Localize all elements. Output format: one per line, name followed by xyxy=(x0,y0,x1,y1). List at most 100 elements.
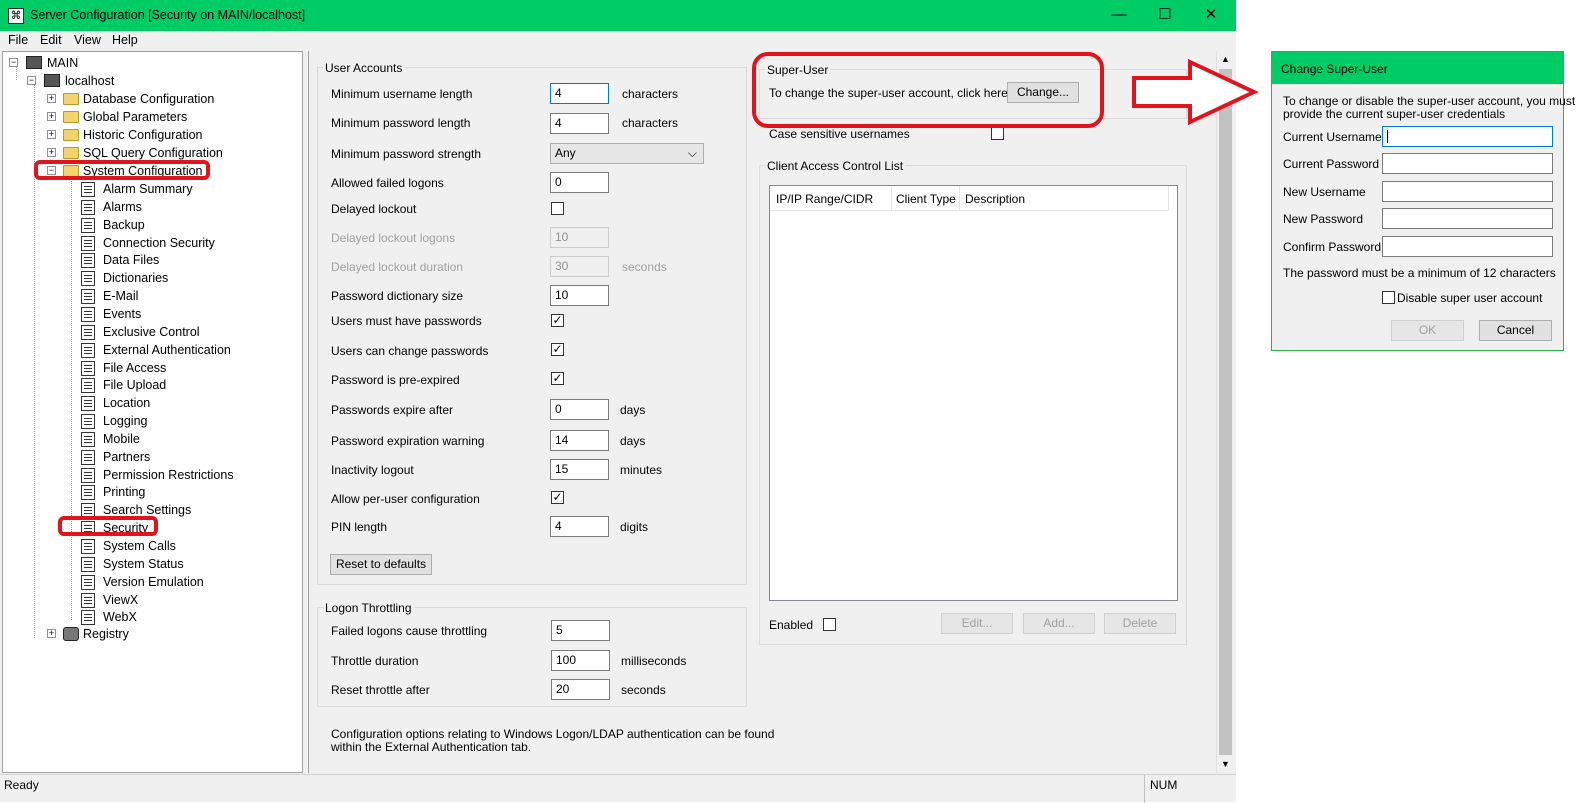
tree-label: Alarms xyxy=(103,199,142,214)
disable-super-user-checkbox[interactable] xyxy=(1382,291,1395,304)
expire-after-input[interactable]: 0 xyxy=(550,399,609,420)
collapse-icon[interactable]: − xyxy=(27,76,36,85)
config-page-icon xyxy=(81,592,95,608)
unit-label: milliseconds xyxy=(621,654,687,668)
password-strength-select[interactable]: Any ⌵ xyxy=(550,143,704,164)
acl-edit-button[interactable]: Edit... xyxy=(941,613,1013,634)
minimize-icon[interactable]: — xyxy=(1096,0,1142,31)
min-username-label: Minimum username length xyxy=(331,87,473,101)
config-page-icon xyxy=(81,449,95,465)
tree-label: Backup xyxy=(103,217,145,232)
folder-icon xyxy=(63,129,79,141)
pre-expired-checkbox[interactable]: ✓ xyxy=(551,372,564,385)
config-page-icon xyxy=(81,342,95,358)
tree-label: Version Emulation xyxy=(103,574,204,589)
config-page-icon xyxy=(81,485,95,501)
delayed-logons-label: Delayed lockout logons xyxy=(331,231,456,245)
reset-defaults-button[interactable]: Reset to defaults xyxy=(330,554,432,575)
throttle-duration-label: Throttle duration xyxy=(331,654,419,668)
app-icon[interactable]: ⌘ xyxy=(8,8,24,24)
config-page-icon xyxy=(81,253,95,269)
dialog-ok-button[interactable]: OK xyxy=(1391,320,1464,341)
tree-label: Mobile xyxy=(103,431,140,446)
vertical-scrollbar[interactable]: ▲ ▼ xyxy=(1216,51,1234,773)
expire-after-label: Passwords expire after xyxy=(331,403,454,417)
throttle-failed-input[interactable]: 5 xyxy=(551,620,610,641)
acl-list[interactable]: IP/IP Range/CIDR Client Type Description xyxy=(769,185,1178,601)
window-title: Server Configuration [Security on MAIN/l… xyxy=(30,8,306,22)
case-sensitive-checkbox[interactable] xyxy=(991,127,1004,140)
folder-icon xyxy=(63,111,79,123)
tree-label: Alarm Summary xyxy=(103,182,193,196)
min-password-input[interactable]: 4 xyxy=(550,113,609,134)
menu-help[interactable]: Help xyxy=(112,33,138,47)
column-header-type[interactable]: Client Type xyxy=(896,192,956,206)
expand-icon[interactable]: + xyxy=(47,94,56,103)
status-num: NUM xyxy=(1150,778,1178,792)
close-icon[interactable]: ✕ xyxy=(1188,0,1234,31)
registry-icon xyxy=(63,627,79,641)
tree-label: WebX xyxy=(103,610,137,625)
throttle-reset-input[interactable]: 20 xyxy=(551,679,610,700)
delayed-lockout-label: Delayed lockout xyxy=(331,202,417,216)
failed-logons-label: Allowed failed logons xyxy=(331,176,444,190)
per-user-config-checkbox[interactable]: ✓ xyxy=(551,491,564,504)
password-minimum-note: The password must be a minimum of 12 cha… xyxy=(1283,266,1556,280)
current-username-field[interactable] xyxy=(1382,126,1553,147)
throttle-failed-label: Failed logons cause throttling xyxy=(331,624,488,638)
menu-edit[interactable]: Edit xyxy=(40,33,62,47)
menu-file[interactable]: File xyxy=(8,33,28,47)
can-change-passwords-checkbox[interactable]: ✓ xyxy=(551,343,564,356)
throttle-duration-input[interactable]: 100 xyxy=(551,650,610,671)
pin-length-label: PIN length xyxy=(331,520,388,534)
unit-label: seconds xyxy=(622,260,667,274)
unit-label: days xyxy=(620,434,646,448)
delayed-lockout-checkbox[interactable] xyxy=(551,202,564,215)
expand-icon[interactable]: + xyxy=(47,112,56,121)
server-icon xyxy=(44,74,60,87)
pin-length-input[interactable]: 4 xyxy=(550,516,609,537)
scroll-down-icon[interactable]: ▼ xyxy=(1221,759,1230,769)
acl-enabled-label: Enabled xyxy=(769,618,814,632)
acl-add-button[interactable]: Add... xyxy=(1023,613,1095,634)
tree-label: File Upload xyxy=(103,378,167,393)
tree-label: Global Parameters xyxy=(83,110,188,124)
maximize-icon[interactable]: ☐ xyxy=(1142,0,1188,31)
acl-enabled-checkbox[interactable] xyxy=(823,618,836,631)
dialog-intro-line2: provide the current super-user credentia… xyxy=(1283,107,1506,121)
tree-label: Events xyxy=(103,306,142,321)
text-caret xyxy=(1387,130,1388,143)
dialog-title-bar: Change Super-User xyxy=(1272,52,1563,84)
scroll-thumb[interactable] xyxy=(1219,69,1232,755)
tree-label: Data Files xyxy=(103,253,160,268)
inactivity-logout-label: Inactivity logout xyxy=(331,463,414,477)
current-password-field[interactable] xyxy=(1382,153,1553,174)
acl-delete-button[interactable]: Delete xyxy=(1104,613,1176,634)
column-header-description[interactable]: Description xyxy=(965,192,1025,206)
menu-view[interactable]: View xyxy=(74,33,101,47)
expand-icon[interactable]: + xyxy=(47,629,56,638)
expand-icon[interactable]: + xyxy=(47,148,56,157)
network-icon xyxy=(26,56,42,69)
new-username-field[interactable] xyxy=(1382,181,1553,202)
delayed-logons-input[interactable]: 10 xyxy=(550,227,609,248)
title-bar: ⌘ Server Configuration [Security on MAIN… xyxy=(0,0,1236,31)
min-username-input[interactable]: 4 xyxy=(550,83,609,104)
dictionary-size-input[interactable]: 10 xyxy=(550,285,609,306)
config-page-icon xyxy=(81,396,95,412)
failed-logons-input[interactable]: 0 xyxy=(550,172,609,193)
expiration-warning-input[interactable]: 14 xyxy=(550,430,609,451)
delayed-duration-input[interactable]: 30 xyxy=(550,256,609,277)
annotation-highlight-security xyxy=(58,516,158,536)
must-have-passwords-checkbox[interactable]: ✓ xyxy=(551,314,564,327)
confirm-password-field[interactable] xyxy=(1382,236,1553,257)
dialog-title: Change Super-User xyxy=(1281,62,1388,76)
expand-icon[interactable]: + xyxy=(47,130,56,139)
new-password-field[interactable] xyxy=(1382,208,1553,229)
confirm-password-label: Confirm Password xyxy=(1283,240,1382,254)
column-header-range[interactable]: IP/IP Range/CIDR xyxy=(776,192,873,206)
collapse-icon[interactable]: − xyxy=(9,58,18,67)
tree-label: Permission Restrictions xyxy=(103,467,234,482)
inactivity-logout-input[interactable]: 15 xyxy=(550,459,609,480)
dialog-cancel-button[interactable]: Cancel xyxy=(1479,320,1552,341)
